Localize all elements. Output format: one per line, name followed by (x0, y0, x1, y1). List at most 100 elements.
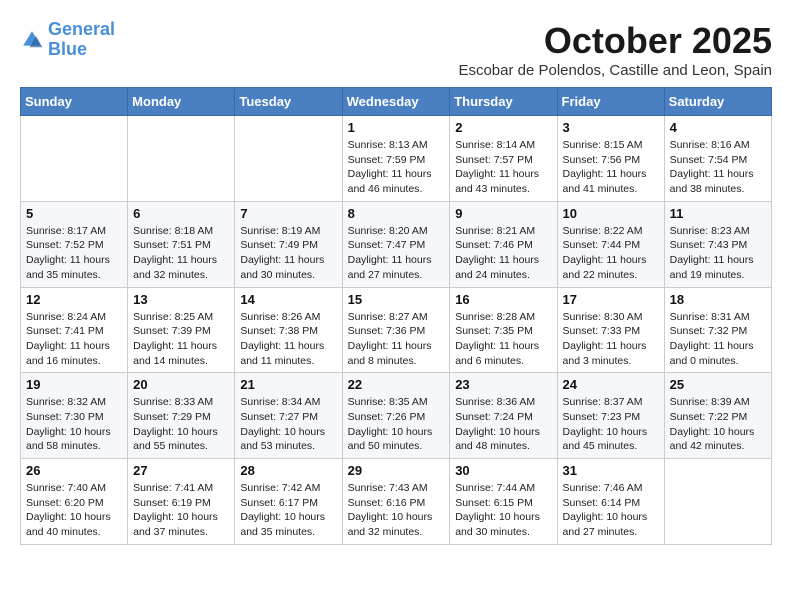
day-number: 6 (133, 206, 229, 221)
day-cell-27: 27Sunrise: 7:41 AM Sunset: 6:19 PM Dayli… (128, 459, 235, 545)
day-cell-7: 7 Sunrise: 8:19 AM Sunset: 7:49 PM Daylig… (235, 201, 342, 287)
day-cell-10: 10 Sunrise: 8:22 AM Sunset: 7:44 PM Dayli… (557, 201, 664, 287)
day-number: 17 (563, 292, 659, 307)
empty-cell (235, 116, 342, 202)
empty-cell (128, 116, 235, 202)
day-cell-19: 19 Sunrise: 8:32 AM Sunset: 7:30 PM Dayli… (21, 373, 128, 459)
day-info: Sunrise: 8:20 AM Sunset: 7:47 PM Dayligh… (348, 224, 445, 283)
logo-line2: Blue (48, 39, 87, 59)
day-number: 11 (670, 206, 766, 221)
day-info: Sunrise: 8:18 AM Sunset: 7:51 PM Dayligh… (133, 224, 229, 283)
day-info: Sunrise: 7:41 AM Sunset: 6:19 PM Dayligh… (133, 481, 229, 540)
weekday-header-row: SundayMondayTuesdayWednesdayThursdayFrid… (21, 88, 772, 116)
day-cell-9: 9 Sunrise: 8:21 AM Sunset: 7:46 PM Daylig… (450, 201, 557, 287)
week-row-4: 26 Sunrise: 7:40 AM Sunset: 6:20 PM Dayli… (21, 459, 772, 545)
day-number: 13 (133, 292, 229, 307)
day-number: 8 (348, 206, 445, 221)
day-cell-14: 14Sunrise: 8:26 AM Sunset: 7:38 PM Dayli… (235, 287, 342, 373)
day-info: Sunrise: 8:16 AM Sunset: 7:54 PM Dayligh… (670, 138, 766, 197)
day-cell-15: 15Sunrise: 8:27 AM Sunset: 7:36 PM Dayli… (342, 287, 450, 373)
empty-cell (664, 459, 771, 545)
weekday-saturday: Saturday (664, 88, 771, 116)
day-cell-5: 5 Sunrise: 8:17 AM Sunset: 7:52 PM Daylig… (21, 201, 128, 287)
day-cell-6: 6 Sunrise: 8:18 AM Sunset: 7:51 PM Daylig… (128, 201, 235, 287)
day-number: 22 (348, 377, 445, 392)
day-cell-28: 28 Sunrise: 7:42 AM Sunset: 6:17 PM Dayli… (235, 459, 342, 545)
day-cell-2: 2Sunrise: 8:14 AM Sunset: 7:57 PM Daylig… (450, 116, 557, 202)
day-cell-20: 20 Sunrise: 8:33 AM Sunset: 7:29 PM Dayli… (128, 373, 235, 459)
day-number: 3 (563, 120, 659, 135)
day-number: 21 (240, 377, 336, 392)
day-cell-21: 21Sunrise: 8:34 AM Sunset: 7:27 PM Dayli… (235, 373, 342, 459)
day-number: 4 (670, 120, 766, 135)
weekday-wednesday: Wednesday (342, 88, 450, 116)
day-cell-31: 31 Sunrise: 7:46 AM Sunset: 6:14 PM Dayli… (557, 459, 664, 545)
empty-cell (21, 116, 128, 202)
day-number: 19 (26, 377, 122, 392)
logo: General Blue (20, 20, 115, 60)
day-number: 24 (563, 377, 659, 392)
day-info: Sunrise: 7:40 AM Sunset: 6:20 PM Dayligh… (26, 481, 122, 540)
day-number: 2 (455, 120, 551, 135)
day-info: Sunrise: 8:35 AM Sunset: 7:26 PM Dayligh… (348, 395, 445, 454)
day-info: Sunrise: 7:42 AM Sunset: 6:17 PM Dayligh… (240, 481, 336, 540)
day-cell-16: 16 Sunrise: 8:28 AM Sunset: 7:35 PM Dayli… (450, 287, 557, 373)
weekday-thursday: Thursday (450, 88, 557, 116)
day-info: Sunrise: 8:27 AM Sunset: 7:36 PM Dayligh… (348, 310, 445, 369)
day-info: Sunrise: 7:44 AM Sunset: 6:15 PM Dayligh… (455, 481, 551, 540)
day-info: Sunrise: 8:28 AM Sunset: 7:35 PM Dayligh… (455, 310, 551, 369)
week-row-2: 12 Sunrise: 8:24 AM Sunset: 7:41 PM Dayli… (21, 287, 772, 373)
week-row-0: 1Sunrise: 8:13 AM Sunset: 7:59 PM Daylig… (21, 116, 772, 202)
logo-line1: General (48, 19, 115, 39)
day-info: Sunrise: 7:46 AM Sunset: 6:14 PM Dayligh… (563, 481, 659, 540)
day-info: Sunrise: 8:19 AM Sunset: 7:49 PM Dayligh… (240, 224, 336, 283)
month-title: October 2025 (458, 20, 772, 62)
day-info: Sunrise: 7:43 AM Sunset: 6:16 PM Dayligh… (348, 481, 445, 540)
day-number: 9 (455, 206, 551, 221)
day-number: 7 (240, 206, 336, 221)
day-cell-13: 13 Sunrise: 8:25 AM Sunset: 7:39 PM Dayli… (128, 287, 235, 373)
page-header: General Blue October 2025 Escobar de Pol… (20, 20, 772, 79)
day-number: 20 (133, 377, 229, 392)
day-cell-4: 4 Sunrise: 8:16 AM Sunset: 7:54 PM Daylig… (664, 116, 771, 202)
week-row-1: 5 Sunrise: 8:17 AM Sunset: 7:52 PM Daylig… (21, 201, 772, 287)
day-info: Sunrise: 8:36 AM Sunset: 7:24 PM Dayligh… (455, 395, 551, 454)
day-number: 30 (455, 463, 551, 478)
day-number: 31 (563, 463, 659, 478)
day-cell-3: 3 Sunrise: 8:15 AM Sunset: 7:56 PM Daylig… (557, 116, 664, 202)
day-info: Sunrise: 8:25 AM Sunset: 7:39 PM Dayligh… (133, 310, 229, 369)
day-number: 5 (26, 206, 122, 221)
day-cell-30: 30 Sunrise: 7:44 AM Sunset: 6:15 PM Dayli… (450, 459, 557, 545)
day-cell-1: 1Sunrise: 8:13 AM Sunset: 7:59 PM Daylig… (342, 116, 450, 202)
day-cell-26: 26 Sunrise: 7:40 AM Sunset: 6:20 PM Dayli… (21, 459, 128, 545)
day-info: Sunrise: 8:13 AM Sunset: 7:59 PM Dayligh… (348, 138, 445, 197)
day-number: 25 (670, 377, 766, 392)
day-number: 18 (670, 292, 766, 307)
day-info: Sunrise: 8:17 AM Sunset: 7:52 PM Dayligh… (26, 224, 122, 283)
week-row-3: 19 Sunrise: 8:32 AM Sunset: 7:30 PM Dayli… (21, 373, 772, 459)
day-info: Sunrise: 8:24 AM Sunset: 7:41 PM Dayligh… (26, 310, 122, 369)
weekday-sunday: Sunday (21, 88, 128, 116)
day-number: 28 (240, 463, 336, 478)
weekday-friday: Friday (557, 88, 664, 116)
day-info: Sunrise: 8:15 AM Sunset: 7:56 PM Dayligh… (563, 138, 659, 197)
day-cell-18: 18 Sunrise: 8:31 AM Sunset: 7:32 PM Dayli… (664, 287, 771, 373)
day-number: 16 (455, 292, 551, 307)
day-info: Sunrise: 8:31 AM Sunset: 7:32 PM Dayligh… (670, 310, 766, 369)
day-info: Sunrise: 8:30 AM Sunset: 7:33 PM Dayligh… (563, 310, 659, 369)
day-number: 10 (563, 206, 659, 221)
day-cell-22: 22 Sunrise: 8:35 AM Sunset: 7:26 PM Dayli… (342, 373, 450, 459)
day-info: Sunrise: 8:21 AM Sunset: 7:46 PM Dayligh… (455, 224, 551, 283)
day-number: 12 (26, 292, 122, 307)
day-cell-12: 12 Sunrise: 8:24 AM Sunset: 7:41 PM Dayli… (21, 287, 128, 373)
day-info: Sunrise: 8:32 AM Sunset: 7:30 PM Dayligh… (26, 395, 122, 454)
day-info: Sunrise: 8:22 AM Sunset: 7:44 PM Dayligh… (563, 224, 659, 283)
title-section: October 2025 Escobar de Polendos, Castil… (458, 20, 772, 79)
day-number: 23 (455, 377, 551, 392)
day-info: Sunrise: 8:23 AM Sunset: 7:43 PM Dayligh… (670, 224, 766, 283)
day-info: Sunrise: 8:37 AM Sunset: 7:23 PM Dayligh… (563, 395, 659, 454)
day-number: 26 (26, 463, 122, 478)
day-info: Sunrise: 8:39 AM Sunset: 7:22 PM Dayligh… (670, 395, 766, 454)
day-info: Sunrise: 8:33 AM Sunset: 7:29 PM Dayligh… (133, 395, 229, 454)
day-cell-29: 29Sunrise: 7:43 AM Sunset: 6:16 PM Dayli… (342, 459, 450, 545)
